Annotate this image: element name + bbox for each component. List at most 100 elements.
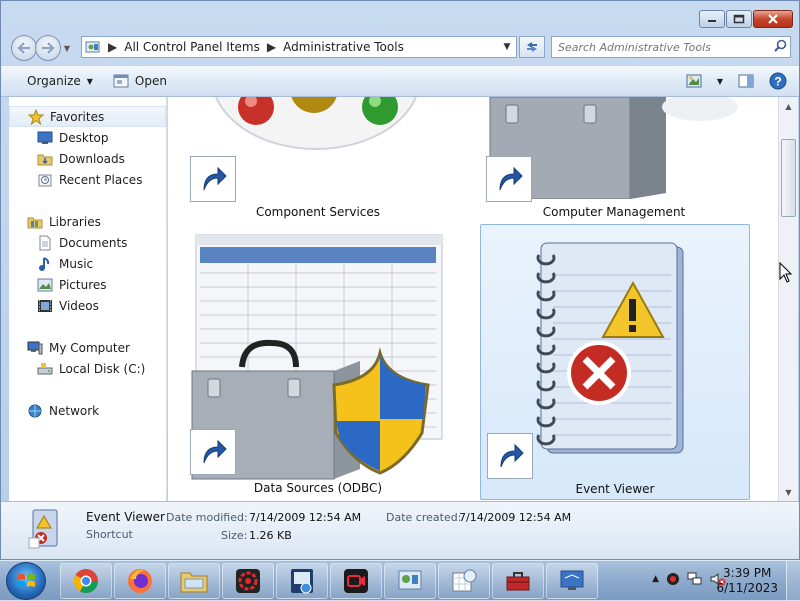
- show-desktop-button[interactable]: [786, 561, 800, 601]
- open-button[interactable]: Open: [103, 69, 177, 93]
- firefox-icon: [128, 569, 152, 593]
- item-data-sources-odbc-label: Data Sources (ODBC): [253, 481, 383, 495]
- clock[interactable]: 3:39 PM 6/11/2023: [716, 566, 778, 596]
- recent-pages-dropdown[interactable]: ▼: [61, 35, 73, 61]
- date-modified-label: Date modified:: [166, 511, 248, 524]
- taskbar-remote-desktop[interactable]: [546, 563, 598, 599]
- view-icon: [686, 74, 702, 88]
- open-label: Open: [134, 74, 167, 88]
- nav-pictures-label: Pictures: [59, 277, 107, 292]
- nav-recent-places[interactable]: Recent Places: [9, 169, 166, 190]
- breadcrumb-root-arrow[interactable]: ▶: [108, 40, 117, 54]
- shortcut-arrow-icon: [190, 429, 236, 475]
- desktop-icon: [37, 130, 53, 146]
- clock-time: 3:39 PM: [723, 566, 772, 580]
- scrollbar-thumb[interactable]: [781, 139, 796, 217]
- maximize-button[interactable]: [726, 10, 752, 28]
- app-image-icon: [291, 569, 313, 594]
- start-button[interactable]: [6, 562, 46, 600]
- change-view-button[interactable]: [683, 70, 705, 92]
- details-pane: Event Viewer Shortcut Date modified: 7/1…: [1, 501, 799, 559]
- mouse-cursor-icon: [779, 262, 793, 283]
- shortcut-arrow-icon: [487, 433, 533, 479]
- item-computer-management[interactable]: Computer Management: [480, 97, 748, 219]
- taskbar-chrome[interactable]: [60, 563, 112, 599]
- item-component-services[interactable]: Component Services: [184, 97, 452, 219]
- computer-icon: [27, 340, 43, 356]
- nav-downloads-label: Downloads: [59, 151, 125, 166]
- address-bar[interactable]: ▶ All Control Panel Items ▶ Administrati…: [81, 36, 517, 58]
- item-data-sources-odbc[interactable]: Data Sources (ODBC): [184, 233, 452, 501]
- network-status-icon[interactable]: [687, 572, 703, 586]
- svg-text:?: ?: [774, 75, 781, 89]
- show-hidden-icons-button[interactable]: ▲: [652, 574, 659, 584]
- network-icon: [27, 403, 43, 419]
- back-arrow-icon: [17, 42, 30, 54]
- taskbar: ▲ 3:39 PM 6/11/2023: [0, 560, 800, 601]
- nav-music[interactable]: Music: [9, 253, 166, 274]
- nav-desktop[interactable]: Desktop: [9, 127, 166, 148]
- view-options-dropdown[interactable]: ▼: [715, 70, 725, 92]
- nav-libraries[interactable]: Libraries: [9, 211, 166, 232]
- preview-pane-icon: [738, 74, 754, 88]
- nav-pictures[interactable]: Pictures: [9, 274, 166, 295]
- help-button[interactable]: ?: [767, 70, 789, 92]
- tray-app-icon[interactable]: [666, 572, 680, 586]
- event-viewer-icon: [536, 242, 684, 454]
- taskbar-file-explorer[interactable]: [168, 563, 220, 599]
- taskbar-toolbox[interactable]: [492, 563, 544, 599]
- taskbar-date-time[interactable]: [438, 563, 490, 599]
- breadcrumb-separator[interactable]: ▶: [267, 40, 276, 54]
- close-button[interactable]: [753, 10, 793, 28]
- address-dropdown-icon[interactable]: ▼: [498, 42, 516, 52]
- shortcut-arrow-icon: [190, 156, 236, 202]
- nav-downloads[interactable]: Downloads: [9, 148, 166, 169]
- scroll-down-button[interactable]: ▼: [779, 483, 798, 501]
- windows-logo-icon: [17, 574, 35, 587]
- forward-button[interactable]: [35, 35, 61, 61]
- search-input[interactable]: [558, 40, 770, 54]
- nav-local-disk[interactable]: Local Disk (C:): [9, 358, 166, 379]
- forward-arrow-icon: [42, 42, 55, 54]
- help-icon: ?: [769, 72, 787, 90]
- taskbar-app-gear[interactable]: [222, 563, 274, 599]
- nav-videos[interactable]: Videos: [9, 295, 166, 316]
- size-label: Size:: [221, 529, 248, 542]
- local-disk-icon: [37, 361, 53, 377]
- search-icon[interactable]: [770, 39, 790, 55]
- taskbar-app-image[interactable]: [276, 563, 328, 599]
- taskbar-app-recorder[interactable]: [330, 563, 382, 599]
- size-value: 1.26 KB: [249, 529, 292, 542]
- pictures-icon: [37, 277, 53, 293]
- breadcrumb-all-control-panel-items[interactable]: All Control Panel Items: [124, 40, 260, 54]
- refresh-button[interactable]: [519, 36, 545, 58]
- nav-documents[interactable]: Documents: [9, 232, 166, 253]
- recent-places-icon: [37, 172, 53, 188]
- back-button[interactable]: [11, 35, 37, 61]
- item-event-viewer[interactable]: Event Viewer: [480, 224, 750, 500]
- nav-my-computer[interactable]: My Computer: [9, 337, 166, 358]
- scroll-up-button[interactable]: ▲: [779, 97, 798, 115]
- taskbar-control-panel[interactable]: [384, 563, 436, 599]
- history-buttons: ▼: [11, 35, 73, 61]
- nav-network[interactable]: Network: [9, 400, 166, 421]
- vertical-scrollbar[interactable]: ▲ ▼: [778, 97, 798, 501]
- explorer-window: ▼ ▶ All Control Panel Items ▶ Administra…: [0, 0, 800, 560]
- organize-button[interactable]: Organize ▼: [17, 69, 103, 93]
- nav-music-label: Music: [59, 256, 94, 271]
- taskbar-firefox[interactable]: [114, 563, 166, 599]
- nav-documents-label: Documents: [59, 235, 128, 250]
- videos-icon: [37, 298, 53, 314]
- search-box[interactable]: [551, 36, 791, 58]
- nav-favorites-label: Favorites: [50, 109, 105, 124]
- selected-item-name: Event Viewer: [86, 510, 165, 524]
- file-list: Component Services Computer Management D…: [168, 97, 779, 501]
- open-icon: [113, 74, 129, 88]
- nav-favorites[interactable]: Favorites: [9, 106, 166, 127]
- minimize-button[interactable]: [699, 10, 725, 28]
- preview-pane-button[interactable]: [735, 70, 757, 92]
- date-created-value: 7/14/2009 12:54 AM: [459, 511, 572, 524]
- breadcrumb-administrative-tools[interactable]: Administrative Tools: [283, 40, 404, 54]
- clock-date: 6/11/2023: [716, 581, 778, 595]
- date-modified-value: 7/14/2009 12:54 AM: [249, 511, 362, 524]
